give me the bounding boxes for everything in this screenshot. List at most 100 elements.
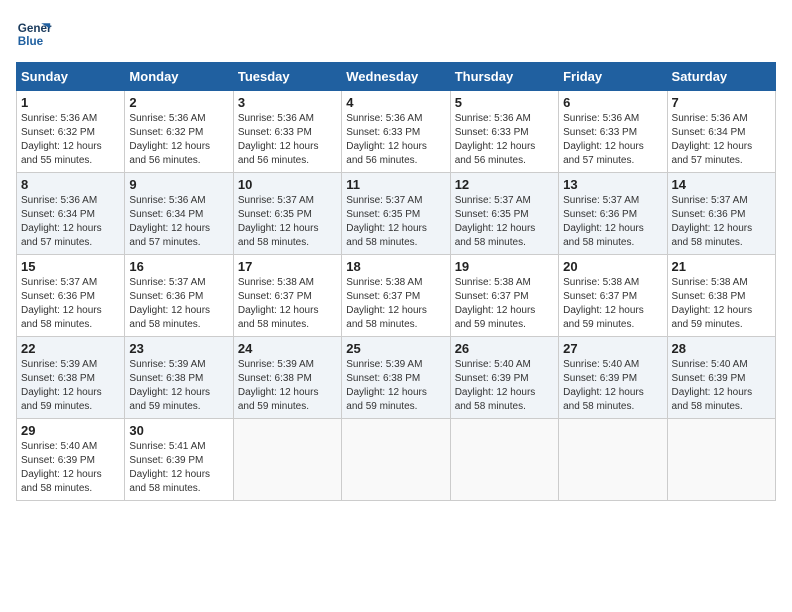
- calendar-cell: 9 Sunrise: 5:36 AMSunset: 6:34 PMDaylight…: [125, 173, 233, 255]
- day-number: 4: [346, 95, 445, 110]
- weekday-header-monday: Monday: [125, 63, 233, 91]
- day-number: 1: [21, 95, 120, 110]
- weekday-header-saturday: Saturday: [667, 63, 775, 91]
- day-number: 29: [21, 423, 120, 438]
- calendar-week-row: 15 Sunrise: 5:37 AMSunset: 6:36 PMDayligh…: [17, 255, 776, 337]
- calendar-cell: 15 Sunrise: 5:37 AMSunset: 6:36 PMDayligh…: [17, 255, 125, 337]
- calendar-cell: 10 Sunrise: 5:37 AMSunset: 6:35 PMDayligh…: [233, 173, 341, 255]
- calendar-week-row: 29 Sunrise: 5:40 AMSunset: 6:39 PMDayligh…: [17, 419, 776, 501]
- day-number: 11: [346, 177, 445, 192]
- day-info: Sunrise: 5:39 AMSunset: 6:38 PMDaylight:…: [129, 358, 228, 414]
- day-info: Sunrise: 5:37 AMSunset: 6:36 PMDaylight:…: [129, 276, 228, 332]
- calendar-cell: 7Sunrise: 5:36 AMSunset: 6:34 PMDaylight…: [667, 91, 775, 173]
- calendar-cell: 5 Sunrise: 5:36 AMSunset: 6:33 PMDaylight…: [450, 91, 558, 173]
- weekday-header-sunday: Sunday: [17, 63, 125, 91]
- day-info: Sunrise: 5:39 AMSunset: 6:38 PMDaylight:…: [21, 358, 120, 414]
- calendar-cell: 24Sunrise: 5:39 AMSunset: 6:38 PMDayligh…: [233, 337, 341, 419]
- calendar-cell: 27 Sunrise: 5:40 AMSunset: 6:39 PMDayligh…: [559, 337, 667, 419]
- calendar-cell: 20 Sunrise: 5:38 AMSunset: 6:37 PMDayligh…: [559, 255, 667, 337]
- calendar-cell: 28 Sunrise: 5:40 AMSunset: 6:39 PMDayligh…: [667, 337, 775, 419]
- day-info: Sunrise: 5:40 AMSunset: 6:39 PMDaylight:…: [672, 358, 771, 414]
- day-info: Sunrise: 5:37 AMSunset: 6:36 PMDaylight:…: [563, 194, 662, 250]
- calendar-cell: 8 Sunrise: 5:36 AMSunset: 6:34 PMDaylight…: [17, 173, 125, 255]
- day-number: 10: [238, 177, 337, 192]
- day-info: Sunrise: 5:38 AMSunset: 6:37 PMDaylight:…: [563, 276, 662, 332]
- day-number: 24: [238, 341, 337, 356]
- day-number: 9: [129, 177, 228, 192]
- day-info: Sunrise: 5:36 AMSunset: 6:33 PMDaylight:…: [455, 112, 554, 168]
- day-number: 18: [346, 259, 445, 274]
- calendar-cell: 11 Sunrise: 5:37 AMSunset: 6:35 PMDayligh…: [342, 173, 450, 255]
- day-number: 17: [238, 259, 337, 274]
- day-number: 28: [672, 341, 771, 356]
- calendar-cell: 4 Sunrise: 5:36 AMSunset: 6:33 PMDaylight…: [342, 91, 450, 173]
- day-info: Sunrise: 5:36 AMSunset: 6:32 PMDaylight:…: [129, 112, 228, 168]
- day-info: Sunrise: 5:38 AMSunset: 6:37 PMDaylight:…: [346, 276, 445, 332]
- day-number: 12: [455, 177, 554, 192]
- day-number: 22: [21, 341, 120, 356]
- day-number: 20: [563, 259, 662, 274]
- day-info: Sunrise: 5:36 AMSunset: 6:33 PMDaylight:…: [346, 112, 445, 168]
- calendar-cell: 3 Sunrise: 5:36 AMSunset: 6:33 PMDaylight…: [233, 91, 341, 173]
- calendar-cell: 26 Sunrise: 5:40 AMSunset: 6:39 PMDayligh…: [450, 337, 558, 419]
- day-info: Sunrise: 5:40 AMSunset: 6:39 PMDaylight:…: [21, 440, 120, 496]
- calendar-week-row: 1 Sunrise: 5:36 AMSunset: 6:32 PMDaylight…: [17, 91, 776, 173]
- day-number: 13: [563, 177, 662, 192]
- calendar-table: SundayMondayTuesdayWednesdayThursdayFrid…: [16, 62, 776, 501]
- calendar-cell: 30Sunrise: 5:41 AMSunset: 6:39 PMDayligh…: [125, 419, 233, 501]
- page-header: General Blue: [16, 16, 776, 52]
- calendar-cell: 22 Sunrise: 5:39 AMSunset: 6:38 PMDayligh…: [17, 337, 125, 419]
- day-number: 19: [455, 259, 554, 274]
- svg-text:Blue: Blue: [18, 35, 44, 48]
- calendar-week-row: 22 Sunrise: 5:39 AMSunset: 6:38 PMDayligh…: [17, 337, 776, 419]
- day-info: Sunrise: 5:36 AMSunset: 6:34 PMDaylight:…: [21, 194, 120, 250]
- calendar-cell: 2 Sunrise: 5:36 AMSunset: 6:32 PMDaylight…: [125, 91, 233, 173]
- day-info: Sunrise: 5:41 AMSunset: 6:39 PMDaylight:…: [129, 440, 228, 496]
- calendar-cell: 29 Sunrise: 5:40 AMSunset: 6:39 PMDayligh…: [17, 419, 125, 501]
- weekday-header-friday: Friday: [559, 63, 667, 91]
- day-number: 27: [563, 341, 662, 356]
- day-info: Sunrise: 5:37 AMSunset: 6:36 PMDaylight:…: [21, 276, 120, 332]
- calendar-cell: 19Sunrise: 5:38 AMSunset: 6:37 PMDayligh…: [450, 255, 558, 337]
- calendar-cell: 17 Sunrise: 5:38 AMSunset: 6:37 PMDayligh…: [233, 255, 341, 337]
- day-info: Sunrise: 5:40 AMSunset: 6:39 PMDaylight:…: [563, 358, 662, 414]
- day-number: 5: [455, 95, 554, 110]
- calendar-cell: 14 Sunrise: 5:37 AMSunset: 6:36 PMDayligh…: [667, 173, 775, 255]
- calendar-cell: 25 Sunrise: 5:39 AMSunset: 6:38 PMDayligh…: [342, 337, 450, 419]
- day-info: Sunrise: 5:40 AMSunset: 6:39 PMDaylight:…: [455, 358, 554, 414]
- calendar-cell: [342, 419, 450, 501]
- day-number: 3: [238, 95, 337, 110]
- day-info: Sunrise: 5:37 AMSunset: 6:35 PMDaylight:…: [238, 194, 337, 250]
- day-info: Sunrise: 5:39 AMSunset: 6:38 PMDaylight:…: [346, 358, 445, 414]
- day-info: Sunrise: 5:36 AMSunset: 6:34 PMDaylight:…: [129, 194, 228, 250]
- calendar-cell: 12 Sunrise: 5:37 AMSunset: 6:35 PMDayligh…: [450, 173, 558, 255]
- day-number: 8: [21, 177, 120, 192]
- weekday-header-tuesday: Tuesday: [233, 63, 341, 91]
- calendar-cell: [667, 419, 775, 501]
- day-number: 23: [129, 341, 228, 356]
- day-info: Sunrise: 5:37 AMSunset: 6:35 PMDaylight:…: [346, 194, 445, 250]
- day-number: 14: [672, 177, 771, 192]
- day-info: Sunrise: 5:38 AMSunset: 6:38 PMDaylight:…: [672, 276, 771, 332]
- calendar-cell: 6Sunrise: 5:36 AMSunset: 6:33 PMDaylight…: [559, 91, 667, 173]
- day-number: 2: [129, 95, 228, 110]
- day-number: 26: [455, 341, 554, 356]
- day-number: 21: [672, 259, 771, 274]
- day-info: Sunrise: 5:37 AMSunset: 6:35 PMDaylight:…: [455, 194, 554, 250]
- calendar-cell: 21 Sunrise: 5:38 AMSunset: 6:38 PMDayligh…: [667, 255, 775, 337]
- day-number: 6: [563, 95, 662, 110]
- logo: General Blue: [16, 16, 52, 52]
- day-number: 15: [21, 259, 120, 274]
- day-info: Sunrise: 5:37 AMSunset: 6:36 PMDaylight:…: [672, 194, 771, 250]
- day-info: Sunrise: 5:38 AMSunset: 6:37 PMDaylight:…: [238, 276, 337, 332]
- day-info: Sunrise: 5:36 AMSunset: 6:33 PMDaylight:…: [238, 112, 337, 168]
- logo-icon: General Blue: [16, 16, 52, 52]
- weekday-header-thursday: Thursday: [450, 63, 558, 91]
- calendar-week-row: 8 Sunrise: 5:36 AMSunset: 6:34 PMDaylight…: [17, 173, 776, 255]
- calendar-cell: 16Sunrise: 5:37 AMSunset: 6:36 PMDayligh…: [125, 255, 233, 337]
- calendar-cell: 23 Sunrise: 5:39 AMSunset: 6:38 PMDayligh…: [125, 337, 233, 419]
- day-number: 25: [346, 341, 445, 356]
- calendar-cell: [450, 419, 558, 501]
- calendar-cell: [559, 419, 667, 501]
- calendar-cell: 18 Sunrise: 5:38 AMSunset: 6:37 PMDayligh…: [342, 255, 450, 337]
